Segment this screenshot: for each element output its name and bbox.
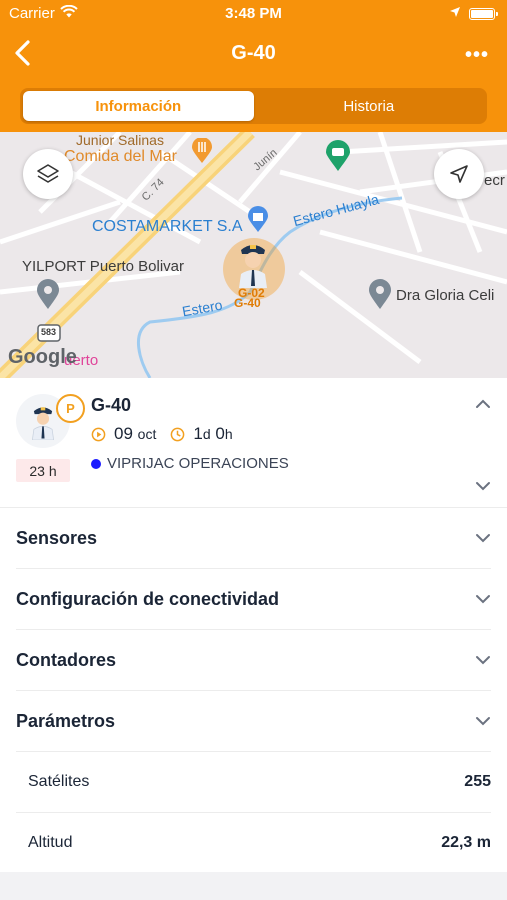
segmented-control: Información Historia	[20, 88, 487, 124]
tab-historia[interactable]: Historia	[254, 91, 485, 121]
clock-icon	[171, 427, 185, 441]
more-options-button[interactable]: •••	[465, 44, 489, 67]
section-contadores[interactable]: Contadores	[16, 630, 491, 691]
collapse-button[interactable]	[475, 396, 491, 414]
map-label: COSTAMARKET S.A	[92, 218, 243, 235]
section-label: Configuración de conectividad	[16, 588, 280, 609]
route-shield-label: 583	[41, 327, 57, 337]
parameter-row: Satélites 255	[16, 752, 491, 812]
chevron-up-icon	[476, 399, 490, 408]
page-title: G-40	[231, 42, 276, 64]
play-circle-icon	[91, 427, 106, 441]
navigation-arrow-icon	[450, 165, 468, 183]
expand-button[interactable]	[475, 478, 491, 496]
unit-summary[interactable]: P 23 h G-40 09 oct 1d 0h VIPRIJAC OPERAC…	[0, 378, 507, 508]
map-label: YILPORT Puerto Bolivar	[22, 258, 185, 275]
shopping-pin-icon	[325, 140, 351, 177]
elapsed-badge: 23 h	[16, 459, 70, 482]
unit-name: G-40	[91, 395, 132, 415]
parameter-key: Altitud	[28, 833, 73, 851]
driver-marker-icon[interactable]	[235, 238, 271, 293]
chevron-down-icon	[475, 530, 491, 548]
parameter-value: 255	[464, 773, 491, 790]
date-day: 09	[114, 424, 133, 443]
duration-hours: 0	[215, 424, 225, 443]
chevron-down-icon	[476, 482, 490, 491]
map-label: Dra Gloria Celi	[396, 287, 495, 304]
unit-group: VIPRIJAC OPERACIONES	[91, 455, 289, 472]
chevron-down-icon	[475, 713, 491, 731]
map-label: Junior Salinas	[76, 132, 164, 148]
place-pin-icon	[36, 278, 60, 315]
store-pin-icon	[247, 205, 269, 238]
layers-icon	[37, 164, 59, 183]
parameter-key: Satélites	[28, 773, 90, 790]
section-parametros[interactable]: Parámetros	[16, 691, 491, 752]
map-label: Comida del Mar	[64, 148, 177, 165]
date-month: oct	[137, 426, 157, 442]
section-sensores[interactable]: Sensores	[16, 508, 491, 569]
duration-days-unit: d	[202, 426, 211, 442]
locate-me-button[interactable]	[434, 149, 484, 199]
parameter-row: Altitud 22,3 m	[16, 812, 491, 872]
section-conectividad[interactable]: Configuración de conectividad	[16, 569, 491, 630]
status-time: 3:48 PM	[225, 5, 282, 22]
battery-icon	[469, 7, 498, 20]
marker-label-g40: G-40	[234, 296, 261, 310]
tab-informacion[interactable]: Información	[23, 91, 254, 121]
parameter-value: 22,3 m	[441, 833, 491, 851]
section-label: Parámetros	[16, 710, 116, 731]
chevron-down-icon	[475, 652, 491, 670]
chevron-down-icon	[475, 591, 491, 609]
detail-panel: P 23 h G-40 09 oct 1d 0h VIPRIJAC OPERAC…	[0, 378, 507, 872]
map-view[interactable]: Junior Salinas Comida del Mar C. 74 Juní…	[0, 132, 507, 378]
parking-badge: P	[56, 394, 85, 423]
map-label: ecr	[484, 172, 505, 189]
map-layers-button[interactable]	[23, 149, 73, 199]
group-color-dot	[91, 458, 101, 469]
restaurant-pin-icon	[191, 137, 213, 169]
status-bar: Carrier 3:48 PM	[0, 0, 507, 28]
section-label: Contadores	[16, 649, 117, 670]
google-logo: Google	[8, 346, 77, 368]
duration-days: 1	[193, 424, 203, 443]
place-pin-icon	[368, 278, 392, 315]
driver-avatar-icon	[31, 407, 55, 440]
unit-meta: 09 oct 1d 0h	[91, 424, 233, 444]
location-arrow-icon	[449, 5, 461, 22]
header: Carrier 3:48 PM G-40 ••• Información His…	[0, 0, 507, 132]
group-name: VIPRIJAC OPERACIONES	[107, 455, 289, 472]
navbar: G-40 •••	[0, 30, 507, 76]
section-label: Sensores	[16, 527, 98, 548]
duration-hours-unit: h	[224, 426, 233, 442]
